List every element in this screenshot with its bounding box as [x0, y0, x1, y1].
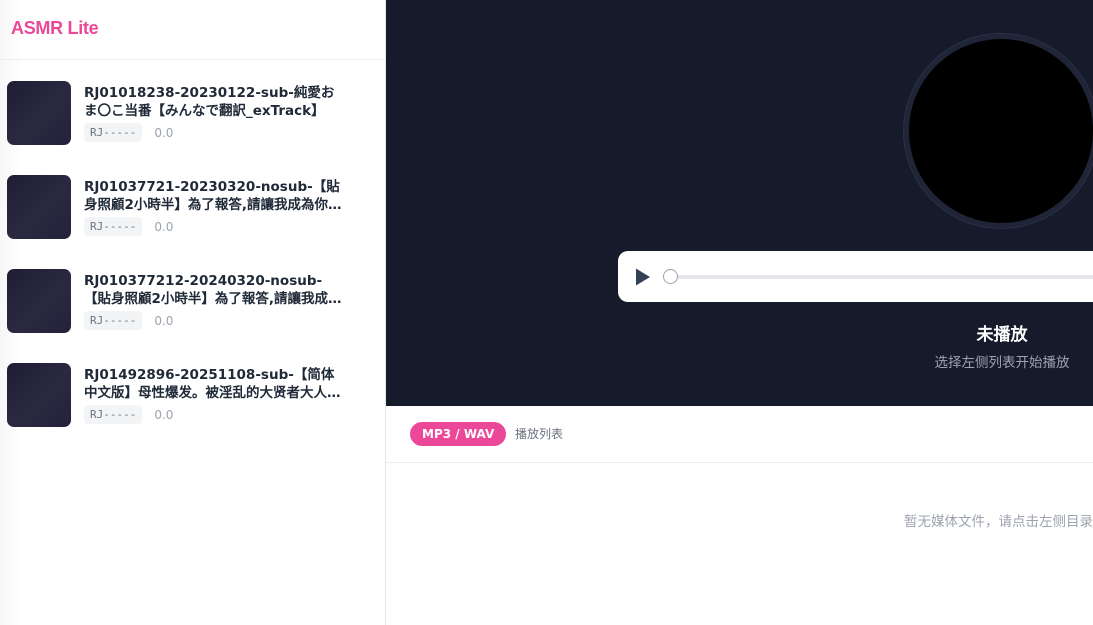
tab-playlist[interactable]: 播放列表	[515, 422, 563, 446]
rj-badge: RJ-----	[84, 217, 143, 236]
track-meta: RJ----- 0.0	[84, 217, 173, 236]
player-status-title: 未播放	[976, 325, 1028, 345]
player-area: 未播放 选择左侧列表开始播放	[386, 0, 1093, 406]
track-item[interactable]: RJ01037721-20230320-nosub-【貼身照顧2小時半】為了報答…	[0, 166, 385, 246]
rj-badge: RJ-----	[84, 405, 143, 424]
play-button[interactable]	[630, 264, 656, 290]
track-meta: RJ----- 0.0	[84, 405, 173, 424]
track-item[interactable]: RJ01018238-20230122-sub-純愛おま〇こ当番【みんなで翻訳_…	[0, 72, 385, 152]
main-panel: 未播放 选择左侧列表开始播放 MP3 / WAV 播放列表 暂无媒体文件，请点击…	[386, 0, 1093, 625]
brand-bar: ASMR Lite	[0, 0, 385, 60]
rj-badge: RJ-----	[84, 123, 143, 142]
track-rating: 0.0	[154, 219, 174, 234]
track-rating: 0.0	[154, 313, 174, 328]
progress-bar[interactable]	[670, 275, 1093, 279]
track-meta: RJ----- 0.0	[84, 311, 173, 330]
track-cover	[7, 269, 71, 333]
album-disc	[904, 34, 1093, 228]
app-root: ASMR Lite RJ01018238-20230122-sub-純愛おま〇こ…	[0, 0, 1093, 625]
track-rating: 0.0	[154, 407, 174, 422]
player-status-subtitle: 选择左侧列表开始播放	[934, 355, 1070, 371]
progress-knob[interactable]	[663, 269, 678, 284]
track-rating: 0.0	[154, 125, 174, 140]
track-title: RJ01018238-20230122-sub-純愛おま〇こ当番【みんなで翻訳_…	[84, 85, 335, 119]
tab-mp3-wav[interactable]: MP3 / WAV	[410, 422, 507, 446]
track-cover	[7, 175, 71, 239]
track-cover	[7, 363, 71, 427]
track-item[interactable]: RJ01492896-20251108-sub-【简体中文版】母性爆发。被淫乱的…	[0, 354, 385, 434]
track-title: RJ01037721-20230320-nosub-【貼身照顧2小時半】為了報答…	[84, 179, 342, 213]
track-cover	[7, 81, 71, 145]
rj-badge: RJ-----	[84, 311, 143, 330]
empty-media-message: 暂无媒体文件，请点击左侧目录	[904, 514, 1093, 530]
media-tabs: MP3 / WAV 播放列表	[386, 406, 1093, 463]
play-icon	[636, 268, 650, 286]
track-meta: RJ----- 0.0	[84, 123, 173, 142]
audio-controls	[618, 251, 1093, 302]
app-logo[interactable]: ASMR Lite	[11, 18, 99, 39]
track-title: RJ010377212-20240320-nosub-【貼身照顧2小時半】為了報…	[84, 273, 342, 307]
track-title: RJ01492896-20251108-sub-【简体中文版】母性爆发。被淫乱的…	[84, 367, 341, 401]
track-item[interactable]: RJ010377212-20240320-nosub-【貼身照顧2小時半】為了報…	[0, 260, 385, 340]
sidebar: ASMR Lite RJ01018238-20230122-sub-純愛おま〇こ…	[0, 0, 386, 625]
